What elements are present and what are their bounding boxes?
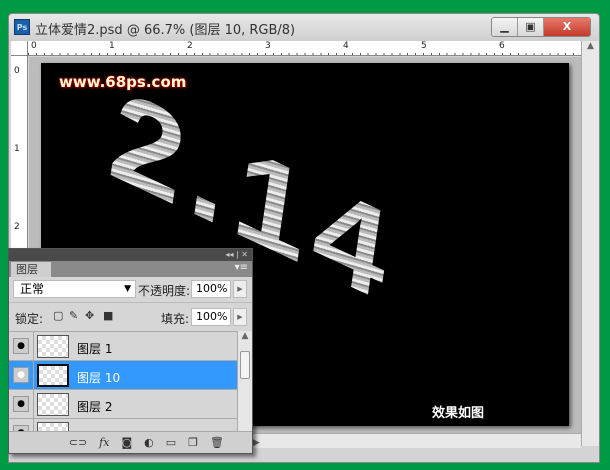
scroll-thumb[interactable] xyxy=(240,351,250,379)
layer-row[interactable]: ● xyxy=(9,419,237,431)
close-button[interactable]: X xyxy=(544,18,590,36)
minimize-button[interactable]: ▁ xyxy=(492,18,518,36)
layer-row-selected[interactable]: ● 图层 10 xyxy=(9,361,237,390)
ruler-label: 4 xyxy=(343,41,349,51)
eye-icon[interactable]: ● xyxy=(13,367,29,383)
group-icon[interactable]: ▭ xyxy=(166,436,176,453)
horizontal-scrollbar[interactable]: ▶ xyxy=(253,433,581,448)
panel-header[interactable]: ◂◂ | ✕ xyxy=(9,249,252,261)
layers-list: ● 图层 1 ● 图层 10 ● 图层 2 ● xyxy=(9,331,237,431)
scroll-right-arrow[interactable]: ▶ xyxy=(253,438,260,448)
layer-thumbnail xyxy=(37,335,69,358)
photoshop-icon: Ps xyxy=(14,19,30,35)
blend-mode-value: 正常 xyxy=(20,282,45,296)
layer-name: 图层 1 xyxy=(77,342,113,356)
vertical-scrollbar[interactable]: ▲ xyxy=(581,41,599,446)
fx-icon[interactable]: fx xyxy=(99,436,109,453)
lock-transparency-icon[interactable]: ▢ xyxy=(53,309,63,322)
eye-icon[interactable]: ● xyxy=(13,338,29,354)
trash-icon[interactable]: 🗑 xyxy=(210,436,224,453)
ruler-label: 0 xyxy=(31,41,37,51)
caption: 效果如图 xyxy=(432,406,485,421)
panel-footer: ⊂⊃ fx ◙ ◐ ▭ ❐ 🗑 xyxy=(9,431,252,453)
ruler-label: 2 xyxy=(187,41,193,51)
layers-scrollbar[interactable]: ▲ xyxy=(237,331,252,431)
fill-input[interactable]: 100% xyxy=(191,308,231,326)
lock-label: 锁定: xyxy=(15,312,44,326)
panel-menu-icon[interactable]: ▾≡ xyxy=(235,262,248,273)
eye-icon[interactable]: ● xyxy=(13,396,29,412)
layer-thumbnail xyxy=(37,422,69,431)
adjustment-icon[interactable]: ◐ xyxy=(144,436,154,453)
opacity-input[interactable]: 100% xyxy=(191,280,231,298)
ruler-label: 3 xyxy=(265,41,271,51)
layers-panel: ◂◂ | ✕ 图层 ▾≡ 正常 ▼ 不透明度: 100% ▶ 锁定: ▢ ✎ ✥ … xyxy=(8,248,253,454)
ruler-label: 1 xyxy=(109,41,115,51)
new-layer-icon[interactable]: ❐ xyxy=(188,436,198,453)
scroll-up-arrow[interactable]: ▲ xyxy=(582,41,599,51)
scroll-up-arrow[interactable]: ▲ xyxy=(238,331,252,341)
layer-thumbnail xyxy=(37,364,69,387)
opacity-label: 不透明度: xyxy=(138,284,191,298)
fill-slider-button[interactable]: ▶ xyxy=(233,308,247,326)
layer-name: 图层 10 xyxy=(77,371,121,385)
lock-brush-icon[interactable]: ✎ xyxy=(69,309,78,322)
ruler-label: 1 xyxy=(14,144,20,154)
mask-icon[interactable]: ◙ xyxy=(121,436,132,453)
title-bar[interactable]: Ps 立体爱情2.psd @ 66.7% (图层 10, RGB/8) ▁ ▣ … xyxy=(9,14,599,41)
ruler-origin[interactable] xyxy=(11,41,28,56)
horizontal-ruler[interactable]: 0 1 2 3 4 5 6 xyxy=(28,41,581,56)
fill-label: 填充: xyxy=(161,312,190,326)
tab-layers[interactable]: 图层 xyxy=(11,262,51,277)
layer-row[interactable]: ● 图层 1 xyxy=(9,332,237,361)
lock-all-icon[interactable]: ■ xyxy=(103,309,113,322)
lock-move-icon[interactable]: ✥ xyxy=(85,309,94,322)
ruler-label: 0 xyxy=(14,66,20,76)
link-icon[interactable]: ⊂⊃ xyxy=(69,436,87,453)
ruler-label: 5 xyxy=(421,41,427,51)
layer-row[interactable]: ● 图层 2 xyxy=(9,390,237,419)
window-title: 立体爱情2.psd @ 66.7% (图层 10, RGB/8) xyxy=(35,23,296,38)
chevron-down-icon: ▼ xyxy=(124,284,131,294)
layer-name: 图层 2 xyxy=(77,400,113,414)
ruler-label: 2 xyxy=(14,222,20,232)
ruler-label: 6 xyxy=(499,41,505,51)
blend-mode-select[interactable]: 正常 ▼ xyxy=(13,280,136,298)
restore-button[interactable]: ▣ xyxy=(518,18,544,36)
layer-thumbnail xyxy=(37,393,69,416)
opacity-slider-button[interactable]: ▶ xyxy=(233,280,247,298)
